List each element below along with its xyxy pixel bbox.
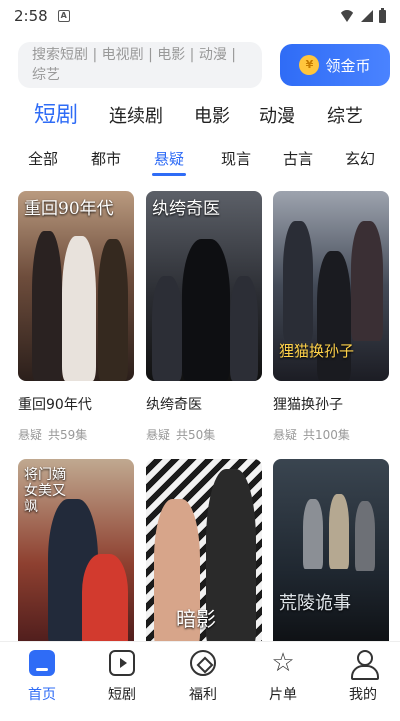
search-row: 搜索短剧 | 电视剧 | 电影 | 动漫 | 综艺 ¥ 领金币 <box>18 42 390 90</box>
drama-genre: 悬疑 <box>273 428 298 442</box>
wifi-icon <box>339 10 355 22</box>
tab-series[interactable]: 连续剧 <box>109 104 163 130</box>
drama-poster[interactable]: 纨绔奇医 <box>146 191 262 381</box>
drama-meta: 悬疑 共59集 <box>18 426 134 443</box>
drama-card[interactable]: 纨绔奇医 纨绔奇医 悬疑 共50集 <box>146 191 262 443</box>
signal-icon <box>361 10 373 22</box>
poster-title-text: 狸猫换孙子 <box>279 342 355 360</box>
genre-tab-all[interactable]: 全部 <box>28 148 58 170</box>
drama-genre: 悬疑 <box>146 428 171 442</box>
drama-card[interactable]: 暗影 <box>146 459 262 649</box>
drama-poster[interactable]: 将门嫡女美又飒 <box>18 459 134 649</box>
user-icon <box>350 650 379 680</box>
nav-profile[interactable]: 我的 <box>331 650 395 704</box>
drama-meta: 悬疑 共50集 <box>146 426 262 443</box>
drama-card[interactable]: 将门嫡女美又飒 <box>18 459 134 649</box>
tab-movies[interactable]: 电影 <box>194 104 230 130</box>
drama-poster[interactable]: 狸猫换孙子 <box>273 191 389 381</box>
nav-short-drama-label: 短剧 <box>108 687 136 703</box>
genre-tabs: 全部 都市 悬疑 现言 古言 玄幻 <box>0 148 400 176</box>
tab-short-drama[interactable]: 短剧 <box>34 103 78 129</box>
claim-coins-label: 领金币 <box>325 56 371 75</box>
genre-tab-ancient-romance[interactable]: 古言 <box>283 148 313 170</box>
drama-card[interactable]: 重回90年代 重回90年代 悬疑 共59集 <box>18 191 134 443</box>
status-time: 2:58 <box>14 7 48 25</box>
bottom-tab-bar: 首页 短剧 福利 ☆ 片单 我的 <box>0 641 400 721</box>
nav-playlist-label: 片单 <box>269 687 297 703</box>
search-input[interactable]: 搜索短剧 | 电视剧 | 电影 | 动漫 | 综艺 <box>18 42 262 88</box>
nav-playlist[interactable]: ☆ 片单 <box>251 650 315 704</box>
drama-episodes: 共50集 <box>176 428 216 442</box>
status-bar: 2:58 A <box>0 0 400 32</box>
drama-genre: 悬疑 <box>18 428 43 442</box>
gift-icon <box>190 650 216 676</box>
play-icon <box>109 650 135 676</box>
genre-tab-mystery[interactable]: 悬疑 <box>154 148 184 170</box>
drama-poster[interactable]: 重回90年代 <box>18 191 134 381</box>
nav-home[interactable]: 首页 <box>10 650 74 704</box>
drama-meta: 悬疑 共100集 <box>273 426 389 443</box>
drama-title[interactable]: 狸猫换孙子 <box>273 396 389 414</box>
notification-app-icon: A <box>57 10 70 22</box>
nav-short-drama[interactable]: 短剧 <box>90 650 154 704</box>
drama-card[interactable]: 狸猫换孙子 狸猫换孙子 悬疑 共100集 <box>273 191 389 443</box>
nav-home-label: 首页 <box>28 687 56 703</box>
drama-episodes: 共59集 <box>48 428 88 442</box>
genre-tab-urban[interactable]: 都市 <box>91 148 121 170</box>
battery-icon <box>379 7 386 23</box>
coin-icon: ¥ <box>299 55 320 75</box>
genre-tab-fantasy[interactable]: 玄幻 <box>345 148 375 170</box>
claim-coins-button[interactable]: ¥ 领金币 <box>280 44 390 86</box>
tab-variety[interactable]: 综艺 <box>327 104 363 130</box>
category-tabs: 短剧 连续剧 电影 动漫 综艺 <box>0 103 400 134</box>
active-genre-indicator <box>152 173 186 176</box>
poster-title-text: 将门嫡女美又飒 <box>24 467 66 515</box>
poster-title-text: 重回90年代 <box>24 199 114 219</box>
nav-rewards[interactable]: 福利 <box>171 650 235 704</box>
status-indicators <box>339 7 386 23</box>
nav-profile-label: 我的 <box>349 687 377 703</box>
drama-card[interactable]: 荒陵诡事 <box>273 459 389 649</box>
tab-anime[interactable]: 动漫 <box>259 104 295 130</box>
poster-title-text: 暗影 <box>176 607 216 631</box>
nav-rewards-label: 福利 <box>189 687 217 703</box>
home-icon <box>29 650 55 676</box>
drama-poster[interactable]: 荒陵诡事 <box>273 459 389 649</box>
poster-title-text: 荒陵诡事 <box>279 593 351 614</box>
drama-poster[interactable]: 暗影 <box>146 459 262 649</box>
drama-title[interactable]: 重回90年代 <box>18 396 134 414</box>
drama-title[interactable]: 纨绔奇医 <box>146 396 262 414</box>
genre-tab-modern-romance[interactable]: 现言 <box>221 148 251 170</box>
drama-episodes: 共100集 <box>303 428 350 442</box>
poster-title-text: 纨绔奇医 <box>152 199 220 219</box>
star-icon: ☆ <box>271 648 295 678</box>
